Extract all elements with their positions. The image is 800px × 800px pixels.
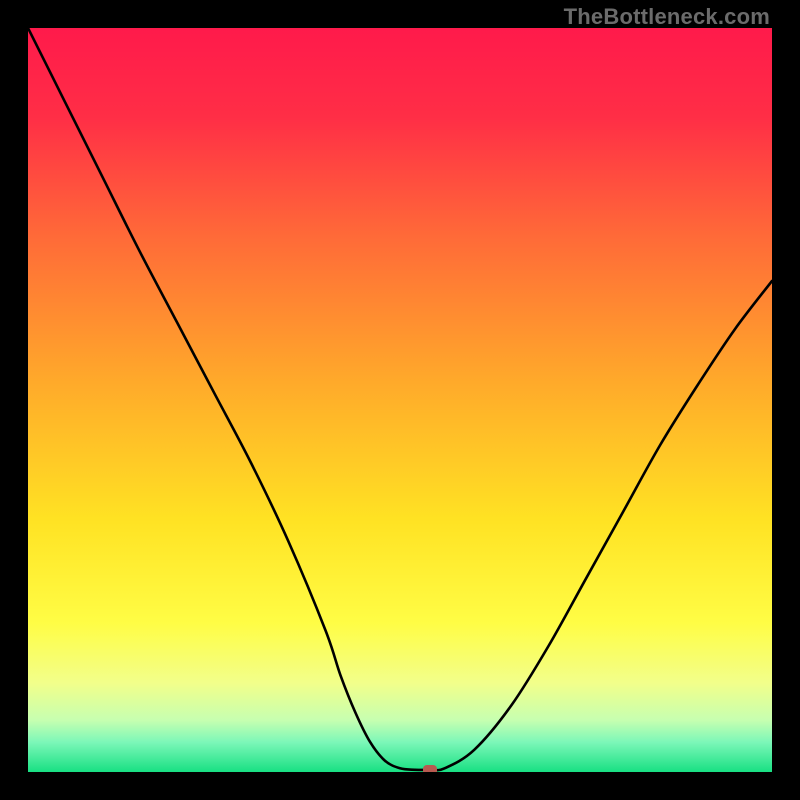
- plot-area: [28, 28, 772, 772]
- watermark-text: TheBottleneck.com: [564, 4, 770, 30]
- optimal-point-marker: [423, 765, 437, 772]
- chart-frame: TheBottleneck.com: [0, 0, 800, 800]
- heat-gradient: [28, 28, 772, 772]
